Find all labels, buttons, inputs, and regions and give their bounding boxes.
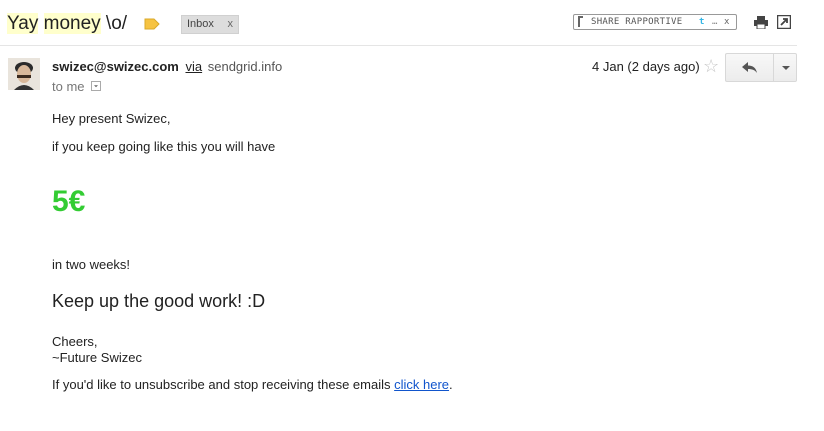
subject-word: money [43,13,101,34]
message-date: 4 Jan (2 days ago) [592,59,700,74]
rapportive-logo-icon [578,16,583,27]
reply-icon [742,62,757,73]
share-rapportive-text[interactable]: SHARE RAPPORTIVE [591,15,683,29]
unsubscribe-link[interactable]: click here [394,377,449,392]
signature: ~Future Swizec [52,350,142,365]
reply-button[interactable] [725,53,773,82]
more-actions-button[interactable] [773,53,797,82]
greeting: Hey present Swizec, [52,111,171,126]
unsubscribe-line: If you'd like to unsubscribe and stop re… [52,377,453,392]
chevron-down-icon [782,66,790,70]
twitter-icon[interactable]: t [699,15,704,29]
body-line: if you keep going like this you will hav… [52,139,276,154]
sender-email[interactable]: swizec@swizec.com [52,59,179,74]
rapportive-close-button[interactable]: x [724,15,729,29]
body-line: in two weeks! [52,257,131,272]
encouragement: Keep up the good work! :D [52,291,266,311]
inbox-label[interactable]: Inbox [187,16,214,33]
label-icon[interactable] [144,18,160,30]
via-domain: sendgrid.info [207,59,283,74]
amount: 5€ [52,185,86,218]
subject-word: Yay [7,13,39,34]
subject: Yay money \o/ [7,12,127,36]
show-details-dropdown[interactable] [91,81,101,91]
remove-label-button[interactable]: x [228,16,234,33]
sender-line: swizec@swizec.com via sendgrid.info [52,59,282,74]
recipient-text: to me [52,79,85,94]
subject-word [38,13,43,34]
star-icon[interactable]: ☆ [703,56,719,76]
new-window-icon[interactable] [777,15,791,29]
print-icon[interactable] [754,16,768,29]
subject-word: \o/ [100,13,128,34]
inbox-label-chip[interactable]: Inbox x [181,15,239,34]
avatar[interactable] [8,58,40,90]
rapportive-more[interactable]: … [712,15,717,29]
unsubscribe-end: . [449,377,453,392]
share-rapportive-bar[interactable]: SHARE RAPPORTIVE t … x [573,14,737,30]
divider [0,45,797,46]
unsubscribe-text: If you'd like to unsubscribe and stop re… [52,377,395,392]
closing: Cheers, [52,334,98,349]
via-link[interactable]: via [185,59,202,74]
